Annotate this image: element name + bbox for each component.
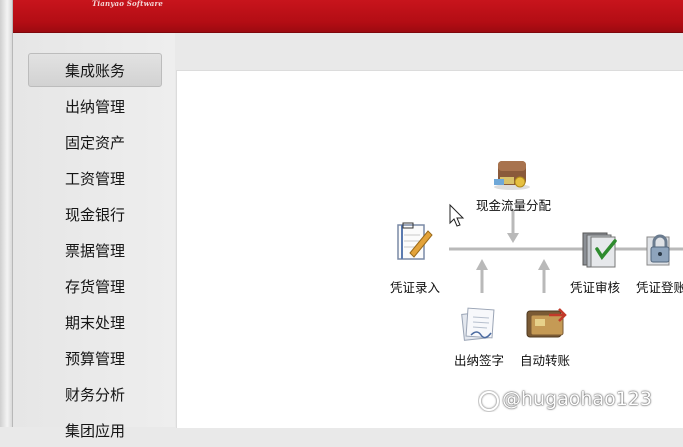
voucher-post-lock-icon[interactable] xyxy=(643,231,677,267)
voucher-entry-label[interactable]: 凭证录入 xyxy=(390,277,440,296)
watermark-logo-icon xyxy=(479,391,499,411)
mouse-cursor xyxy=(449,203,465,227)
voucher-entry-notepad-icon[interactable] xyxy=(394,221,434,263)
auto-transfer-arrow-up xyxy=(538,259,550,270)
cash-flow-alloc-wallet-icon[interactable] xyxy=(490,155,534,191)
header-banner: Tianyao Software xyxy=(13,0,683,33)
sidebar-item-cash-bank[interactable]: 现金银行 xyxy=(28,197,162,231)
cashier-sign-label[interactable]: 出纳签字 xyxy=(454,350,504,369)
workflow-panel: 现金流量分配 凭证录入 凭证审核 凭证登账 出纳签字 自动转账 xyxy=(176,70,683,428)
voucher-review-folder-check-icon[interactable] xyxy=(577,229,623,269)
sidebar-item-fixed-assets[interactable]: 固定资产 xyxy=(28,125,162,159)
sidebar-item-financial-analysis[interactable]: 财务分析 xyxy=(28,377,162,411)
brand-logo-text: Tianyao Software xyxy=(92,0,164,8)
voucher-review-label[interactable]: 凭证审核 xyxy=(570,277,620,296)
sidebar-item-inventory[interactable]: 存货管理 xyxy=(28,269,162,303)
sidebar-item-bills[interactable]: 票据管理 xyxy=(28,233,162,267)
sidebar-item-payroll[interactable]: 工资管理 xyxy=(28,161,162,195)
cash-flow-alloc-label[interactable]: 现金流量分配 xyxy=(476,195,551,214)
watermark-text: @hugaohao123 xyxy=(502,388,652,410)
cashier-sign-document-icon[interactable] xyxy=(457,303,501,343)
auto-transfer-label[interactable]: 自动转账 xyxy=(520,350,570,369)
window-left-edge xyxy=(0,0,13,427)
sidebar-item-period-end[interactable]: 期末处理 xyxy=(28,305,162,339)
sidebar-item-budget[interactable]: 预算管理 xyxy=(28,341,162,375)
auto-transfer-card-icon[interactable] xyxy=(523,305,569,341)
module-sidebar: 集成账务 出纳管理 固定资产 工资管理 现金银行 票据管理 存货管理 期末处理 … xyxy=(13,33,175,440)
sidebar-item-cashier[interactable]: 出纳管理 xyxy=(28,89,162,123)
sidebar-item-integrated-accounting[interactable]: 集成账务 xyxy=(28,53,162,87)
cash-flow-arrow-down xyxy=(507,233,519,243)
cashier-arrow-up xyxy=(476,259,488,270)
sidebar-item-group-apps[interactable]: 集团应用 xyxy=(28,413,162,447)
voucher-post-label[interactable]: 凭证登账 xyxy=(636,277,683,296)
